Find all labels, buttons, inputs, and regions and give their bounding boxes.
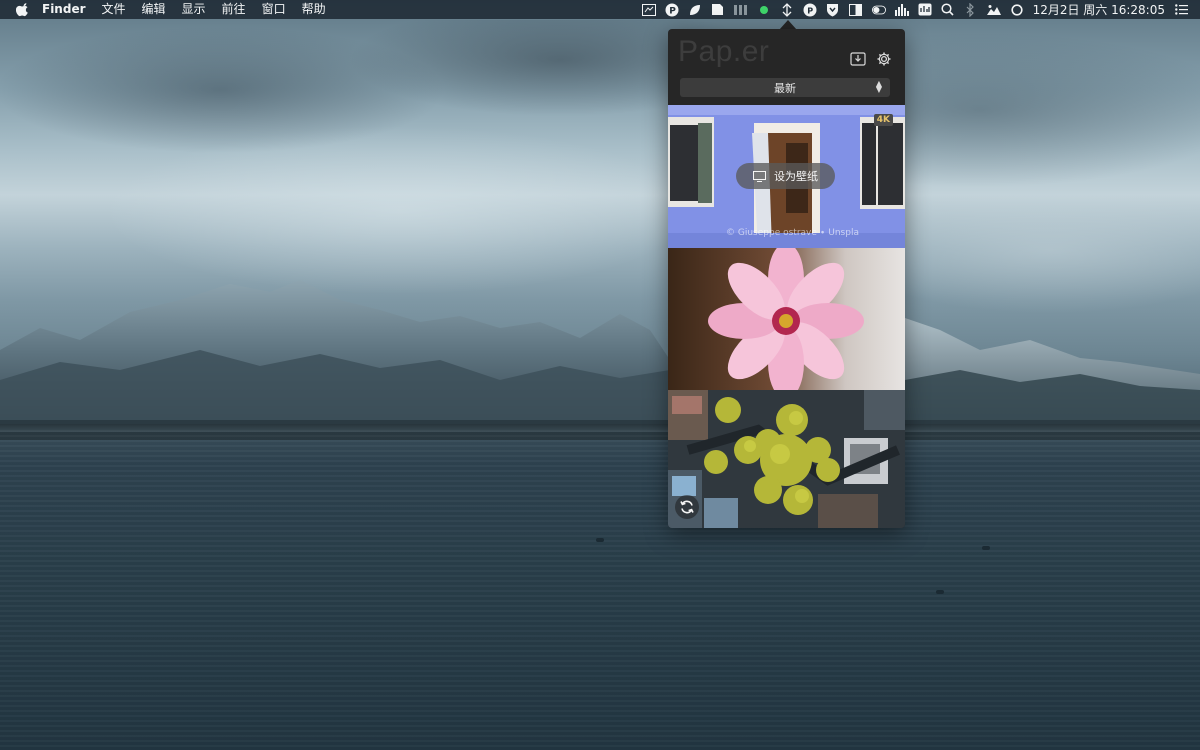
battery-bars-icon[interactable] <box>733 3 748 17</box>
circle-icon[interactable] <box>1010 3 1024 17</box>
sidebar-icon[interactable] <box>849 3 863 17</box>
gear-icon <box>877 52 891 66</box>
photo-icon[interactable] <box>986 3 1001 17</box>
toggle-icon[interactable] <box>871 3 886 17</box>
activity-icon[interactable] <box>894 3 909 17</box>
menubar-clock[interactable]: 12月2日 周六 16:28:05 <box>1033 1 1165 18</box>
desktop: Finder 文件 编辑 显示 前往 窗口 帮助 P P 12月2日 周六 16… <box>0 0 1200 750</box>
stats-icon[interactable] <box>918 3 932 17</box>
menu-file[interactable]: 文件 <box>102 0 126 19</box>
document-icon[interactable] <box>711 3 725 17</box>
duck <box>596 538 604 542</box>
resolution-badge: 4K <box>873 114 893 126</box>
popover-header: Pap.er 最新 ▲ ▼ <box>668 29 905 105</box>
paper-app-icon[interactable]: P <box>803 3 817 17</box>
monitor-icon <box>753 170 766 182</box>
thumbnail-image-aerial-city <box>668 390 905 528</box>
mountain-range <box>0 280 1200 440</box>
paper-p-icon[interactable]: P <box>665 3 679 17</box>
network-arrow-icon[interactable] <box>780 2 794 17</box>
list-icon[interactable] <box>1174 3 1188 17</box>
bluetooth-icon[interactable] <box>964 2 978 17</box>
menu-edit[interactable]: 编辑 <box>142 0 166 19</box>
app-title: Pap.er <box>678 35 770 68</box>
apple-logo-icon[interactable] <box>16 2 30 17</box>
photo-credit[interactable]: © Giuseppe ostrave ∙ Unspla <box>726 228 859 238</box>
menu-finder[interactable]: Finder <box>42 0 86 19</box>
sort-select-value: 最新 <box>774 81 796 95</box>
green-dot-icon[interactable] <box>757 3 771 17</box>
download-button[interactable] <box>850 51 866 67</box>
svg-text:P: P <box>807 6 813 15</box>
svg-text:P: P <box>669 6 676 16</box>
menu-view[interactable]: 显示 <box>182 0 206 19</box>
paper-popover: Pap.er 最新 ▲ ▼ 4K 设为壁纸 © Giuseppe ostrave… <box>668 29 905 528</box>
wallpaper-thumbnail-2[interactable] <box>668 248 905 390</box>
status-area: P P 12月2日 周六 16:28:05 <box>641 0 1188 19</box>
thumbnail-image-pink-flower <box>668 248 905 390</box>
refresh-icon <box>680 500 694 514</box>
screen-icon[interactable] <box>641 3 656 17</box>
download-icon <box>850 52 866 66</box>
set-as-wallpaper-button[interactable]: 设为壁纸 <box>736 163 835 189</box>
wallpaper-thumbnail-1[interactable]: 4K 设为壁纸 © Giuseppe ostrave ∙ Unspla <box>668 105 905 248</box>
shield-icon[interactable] <box>826 3 840 17</box>
set-as-wallpaper-label: 设为壁纸 <box>774 170 818 183</box>
menu-go[interactable]: 前往 <box>222 0 246 19</box>
duck <box>982 546 990 550</box>
menu-window[interactable]: 窗口 <box>262 0 286 19</box>
wallpaper-thumbnail-3[interactable] <box>668 390 905 528</box>
menu-bar: Finder 文件 编辑 显示 前往 窗口 帮助 P P 12月2日 周六 16… <box>0 0 1200 19</box>
menu-help[interactable]: 帮助 <box>302 0 326 19</box>
sort-select[interactable]: 最新 ▲ ▼ <box>680 78 890 97</box>
duck <box>936 590 944 594</box>
updown-chevron-icon: ▲ ▼ <box>875 79 882 94</box>
search-icon[interactable] <box>941 3 955 17</box>
lake-water <box>0 430 1200 750</box>
refresh-button[interactable] <box>675 495 699 519</box>
leaf-icon[interactable] <box>688 3 702 17</box>
settings-button[interactable] <box>876 51 892 67</box>
